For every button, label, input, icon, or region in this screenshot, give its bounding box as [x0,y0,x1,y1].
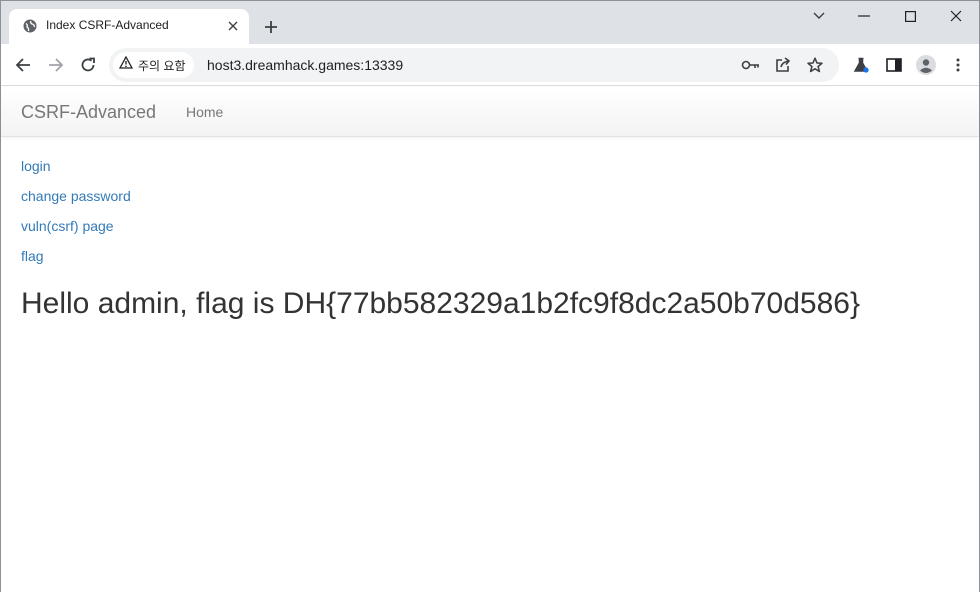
tab-strip: Index CSRF-Advanced [1,1,979,44]
tab-title: Index CSRF-Advanced [46,18,169,32]
page-links: login change password vuln(csrf) page fl… [21,158,131,278]
forward-arrow-icon[interactable] [42,51,70,79]
new-tab-button[interactable] [259,15,283,39]
globe-icon [23,19,37,33]
labs-flask-icon[interactable] [847,51,875,79]
share-icon[interactable] [771,53,795,77]
tab-close-icon[interactable] [225,18,241,34]
address-bar[interactable]: 주의 요함 host3.dreamhack.games:13339 [109,48,839,82]
warning-icon [118,55,134,74]
key-icon[interactable] [739,53,763,77]
maximize-icon[interactable] [887,1,933,31]
minimize-icon[interactable] [841,1,887,31]
browser-toolbar: 주의 요함 host3.dreamhack.games:13339 [1,44,979,86]
security-chip-label: 주의 요함 [138,58,186,73]
security-chip[interactable]: 주의 요함 [113,52,194,78]
flag-message: Hello admin, flag is DH{77bb582329a1b2fc… [21,287,860,320]
side-panel-icon[interactable] [880,51,908,79]
page-viewport: CSRF-Advanced Home login change password… [1,87,979,592]
reload-icon[interactable] [74,51,102,79]
tab-search-icon[interactable] [796,1,842,31]
site-navbar: CSRF-Advanced Home [1,87,979,137]
star-icon[interactable] [803,53,827,77]
navbar-brand[interactable]: CSRF-Advanced [21,102,156,123]
profile-avatar-icon[interactable] [912,51,940,79]
flag-link[interactable]: flag [21,248,131,278]
back-arrow-icon[interactable] [9,51,37,79]
login-link[interactable]: login [21,158,131,188]
browser-window: Index CSRF-Advanced 주의 요함 host3.dreamhac… [0,0,980,592]
change-password-link[interactable]: change password [21,188,131,218]
kebab-menu-icon[interactable] [944,51,972,79]
nav-home-link[interactable]: Home [186,104,223,120]
active-tab[interactable]: Index CSRF-Advanced [9,9,249,44]
url-text[interactable]: host3.dreamhack.games:13339 [207,57,403,73]
window-close-icon[interactable] [933,1,979,31]
vuln-csrf-page-link[interactable]: vuln(csrf) page [21,218,131,248]
